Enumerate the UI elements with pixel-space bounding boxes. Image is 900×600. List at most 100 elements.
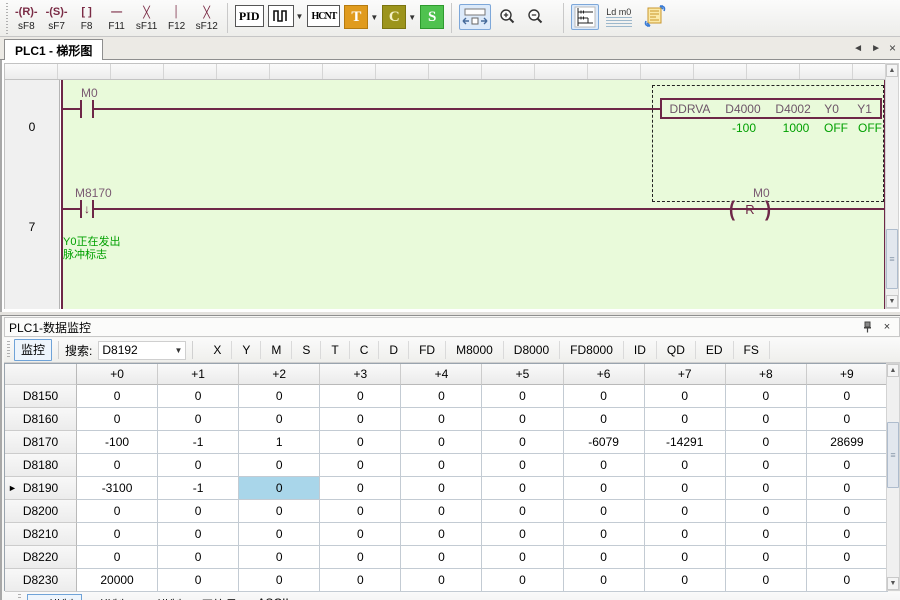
row-header-d8190[interactable]: D8190► <box>5 477 77 500</box>
register-cell[interactable]: 0 <box>645 500 726 523</box>
register-cell[interactable]: 0 <box>482 477 563 500</box>
register-cell[interactable]: 0 <box>482 523 563 546</box>
reset-coil-button[interactable]: -(R)-sF8 <box>11 1 42 36</box>
register-cell[interactable]: 0 <box>77 500 158 523</box>
device-tab-x[interactable]: X <box>203 341 232 359</box>
register-cell[interactable]: 0 <box>239 546 320 569</box>
scroll-up-icon[interactable]: ▲ <box>887 364 899 377</box>
delete-vertical-line-button[interactable]: ╳sF12 <box>192 1 222 36</box>
device-tab-s[interactable]: S <box>292 341 321 359</box>
format-tab-无符号[interactable]: 无符号 <box>192 594 246 600</box>
reset-coil-M0[interactable]: ( R ) <box>729 199 771 220</box>
register-cell[interactable]: 0 <box>320 569 401 592</box>
register-cell[interactable]: 0 <box>564 546 645 569</box>
register-cell[interactable]: 0 <box>726 454 807 477</box>
register-cell[interactable]: 0 <box>401 431 482 454</box>
table-vertical-scrollbar[interactable]: ▲ ≡ ▼ <box>886 363 900 591</box>
register-cell[interactable]: 0 <box>482 546 563 569</box>
register-cell[interactable]: 0 <box>239 569 320 592</box>
register-cell[interactable]: 0 <box>401 454 482 477</box>
row-header-d8230[interactable]: D8230 <box>5 569 77 592</box>
register-cell[interactable]: 0 <box>77 385 158 408</box>
pin-icon[interactable] <box>863 321 879 333</box>
contact-M8170-falling-edge[interactable]: ↓ <box>80 200 94 218</box>
device-tab-id[interactable]: ID <box>624 341 657 359</box>
register-cell[interactable]: 0 <box>239 477 320 500</box>
column-header[interactable]: +4 <box>401 364 482 385</box>
column-header[interactable]: +3 <box>320 364 401 385</box>
contact-M0[interactable] <box>80 100 94 118</box>
register-cell[interactable]: -14291 <box>645 431 726 454</box>
register-cell[interactable]: 0 <box>726 385 807 408</box>
device-tab-d[interactable]: D <box>379 341 409 359</box>
column-header[interactable]: +9 <box>807 364 888 385</box>
row-header-d8160[interactable]: D8160 <box>5 408 77 431</box>
register-cell[interactable]: 0 <box>401 408 482 431</box>
register-cell[interactable]: 1 <box>239 431 320 454</box>
register-cell[interactable]: 0 <box>564 477 645 500</box>
row-header-d8220[interactable]: D8220 <box>5 546 77 569</box>
register-cell[interactable]: 0 <box>77 523 158 546</box>
register-cell[interactable]: 0 <box>482 385 563 408</box>
set-coil-button[interactable]: -(S)-sF7 <box>42 1 72 36</box>
register-cell[interactable]: 0 <box>401 523 482 546</box>
register-cell[interactable]: 0 <box>807 477 888 500</box>
register-cell[interactable]: 0 <box>726 523 807 546</box>
tab-scroll-left-icon[interactable]: ◄ <box>853 43 863 54</box>
register-cell[interactable]: 0 <box>401 569 482 592</box>
register-cell[interactable]: 0 <box>807 454 888 477</box>
chevron-down-icon[interactable]: ▼ <box>408 13 416 22</box>
register-cell[interactable]: 0 <box>320 385 401 408</box>
register-cell[interactable]: 28699 <box>807 431 888 454</box>
monitor-toggle-button[interactable]: 监控 <box>14 339 52 361</box>
register-cell[interactable]: 0 <box>564 569 645 592</box>
register-cell[interactable]: 0 <box>239 454 320 477</box>
timer-button[interactable]: T ▼ <box>344 5 378 29</box>
register-cell[interactable]: 0 <box>320 546 401 569</box>
register-cell[interactable]: -1 <box>158 431 239 454</box>
chevron-down-icon[interactable]: ▼ <box>174 346 182 355</box>
cell-width-button[interactable] <box>459 4 491 30</box>
register-cell[interactable]: 0 <box>158 454 239 477</box>
hcnt-button[interactable]: HCNT <box>307 5 340 27</box>
register-cell[interactable]: 0 <box>807 408 888 431</box>
brackets-button[interactable]: [ ]F8 <box>72 1 102 36</box>
register-cell[interactable]: 0 <box>564 408 645 431</box>
register-cell[interactable]: 0 <box>807 385 888 408</box>
vertical-line-button[interactable]: │F12 <box>162 1 192 36</box>
register-cell[interactable]: 0 <box>239 385 320 408</box>
register-cell[interactable]: -1 <box>158 477 239 500</box>
register-cell[interactable]: 0 <box>645 477 726 500</box>
register-cell[interactable]: 0 <box>645 523 726 546</box>
scroll-down-icon[interactable]: ▼ <box>886 295 898 308</box>
zoom-in-button[interactable] <box>495 4 519 30</box>
register-cell[interactable]: 0 <box>158 569 239 592</box>
counter-button[interactable]: C ▼ <box>382 5 416 29</box>
ladder-il-convert-button[interactable] <box>639 4 671 30</box>
register-cell[interactable]: 0 <box>564 385 645 408</box>
row-header-d8210[interactable]: D8210 <box>5 523 77 546</box>
register-cell[interactable]: 0 <box>726 500 807 523</box>
search-register-combo[interactable]: D8192 ▼ <box>98 341 186 360</box>
pulse-instruction-button[interactable]: ▼ <box>268 5 304 27</box>
device-tab-m[interactable]: M <box>261 341 292 359</box>
instruction-list-view-button[interactable]: Ld m0 <box>603 4 635 30</box>
register-cell[interactable]: 0 <box>77 454 158 477</box>
column-header[interactable]: +2 <box>239 364 320 385</box>
register-cell[interactable]: 0 <box>726 431 807 454</box>
format-tab-16进制[interactable]: 16进制 <box>135 594 190 600</box>
register-cell[interactable]: 0 <box>320 431 401 454</box>
column-header[interactable]: +6 <box>564 364 645 385</box>
register-cell[interactable]: 0 <box>807 569 888 592</box>
register-cell[interactable]: 0 <box>645 546 726 569</box>
register-cell[interactable]: 0 <box>239 408 320 431</box>
register-cell[interactable]: 0 <box>807 546 888 569</box>
register-cell[interactable]: 0 <box>239 523 320 546</box>
register-cell[interactable]: 0 <box>320 523 401 546</box>
register-cell[interactable]: 0 <box>320 454 401 477</box>
register-cell[interactable]: 0 <box>239 500 320 523</box>
scroll-up-icon[interactable]: ▲ <box>886 64 898 77</box>
register-cell[interactable]: 0 <box>726 477 807 500</box>
device-tab-fs[interactable]: FS <box>734 341 770 359</box>
register-cell[interactable]: -100 <box>77 431 158 454</box>
